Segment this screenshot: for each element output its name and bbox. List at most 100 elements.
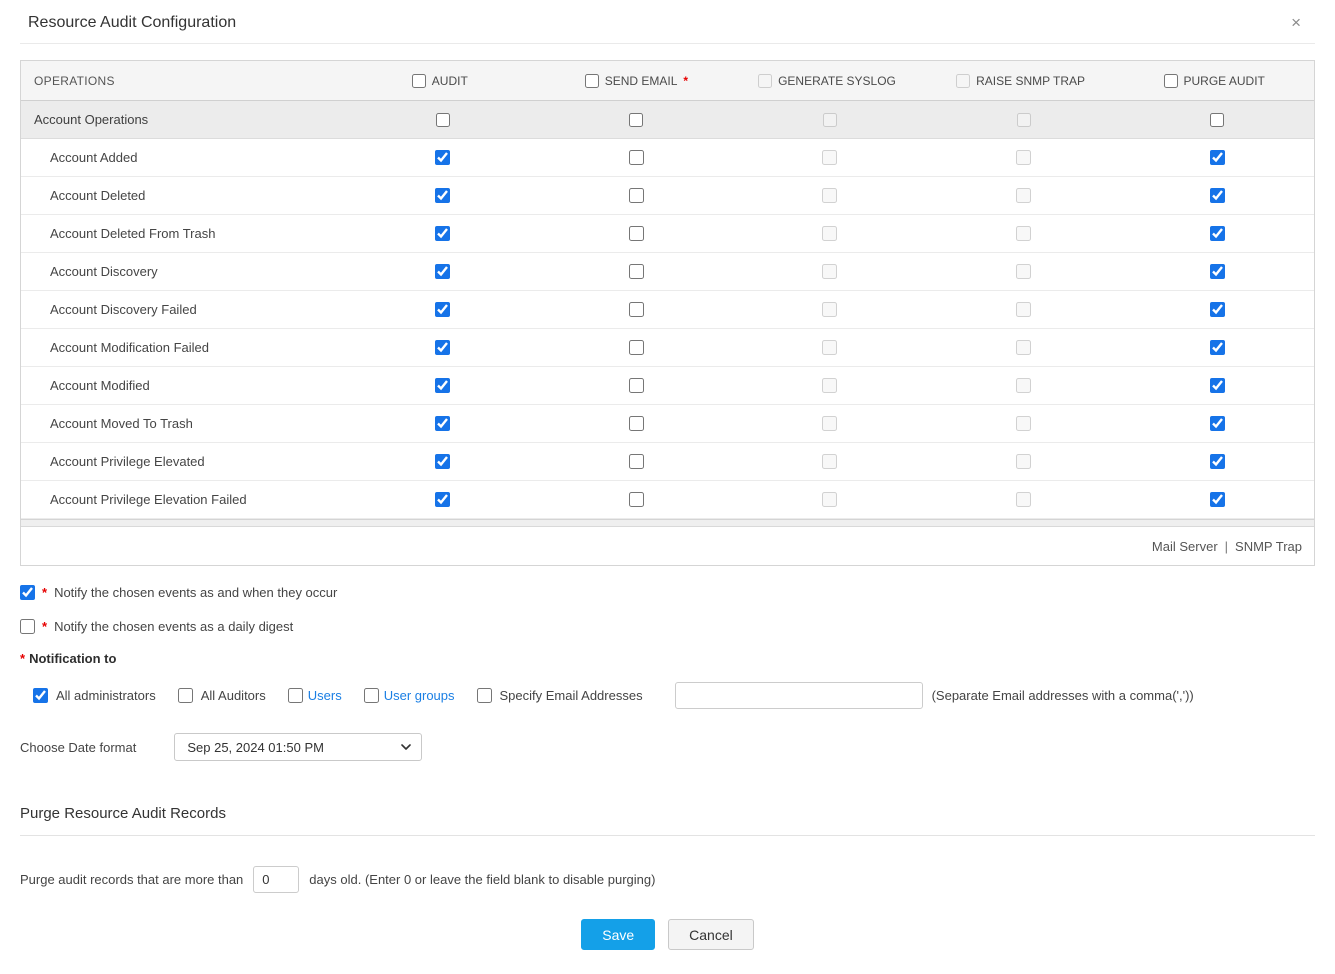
audit-checkbox[interactable] bbox=[435, 302, 450, 317]
all-auditors-option[interactable]: All Auditors bbox=[178, 688, 266, 703]
audit-checkbox[interactable] bbox=[435, 492, 450, 507]
email-addresses-input[interactable] bbox=[675, 682, 923, 709]
notification-to-heading: *Notification to bbox=[20, 651, 1315, 666]
group-label: Account Operations bbox=[21, 112, 346, 127]
specify-email-option[interactable]: Specify Email Addresses bbox=[477, 688, 643, 703]
date-format-row: Choose Date format Sep 25, 2024 01:50 PM bbox=[20, 733, 1315, 761]
audit-checkbox[interactable] bbox=[435, 378, 450, 393]
notify-occur-option[interactable]: * Notify the chosen events as and when t… bbox=[20, 585, 337, 600]
purge-audit-checkbox[interactable] bbox=[1210, 188, 1225, 203]
purge-audit-checkbox[interactable] bbox=[1210, 226, 1225, 241]
purge-audit-checkbox[interactable] bbox=[1210, 378, 1225, 393]
date-format-select[interactable]: Sep 25, 2024 01:50 PM bbox=[174, 733, 422, 761]
raise-snmp-trap-checkbox bbox=[1016, 264, 1031, 279]
purge-audit-checkbox[interactable] bbox=[1210, 150, 1225, 165]
table-footer: Mail Server | SNMP Trap bbox=[21, 527, 1314, 565]
purge-audit-checkbox[interactable] bbox=[1210, 416, 1225, 431]
send-email-select-all-checkbox[interactable] bbox=[585, 74, 599, 88]
cancel-button[interactable]: Cancel bbox=[668, 919, 754, 950]
all-auditors-checkbox[interactable] bbox=[178, 688, 193, 703]
notify-digest-option[interactable]: * Notify the chosen events as a daily di… bbox=[20, 619, 293, 634]
specify-email-label: Specify Email Addresses bbox=[500, 688, 643, 703]
purge-settings-row: Purge audit records that are more than d… bbox=[20, 866, 1315, 893]
save-button[interactable]: Save bbox=[581, 919, 655, 950]
send-email-column-header[interactable]: SEND EMAIL* bbox=[540, 74, 734, 88]
audit-checkbox[interactable] bbox=[435, 188, 450, 203]
purge-text-before: Purge audit records that are more than bbox=[20, 872, 243, 887]
audit-checkbox[interactable] bbox=[435, 150, 450, 165]
table-row: Account Moved To Trash bbox=[21, 405, 1314, 443]
operation-label: Account Deleted bbox=[21, 188, 346, 203]
purge-audit-select-all-checkbox[interactable] bbox=[1164, 74, 1178, 88]
audit-checkbox[interactable] bbox=[435, 454, 450, 469]
send-email-checkbox[interactable] bbox=[629, 302, 644, 317]
audit-select-all-checkbox[interactable] bbox=[412, 74, 426, 88]
send-email-checkbox[interactable] bbox=[629, 378, 644, 393]
raise-snmp-trap-checkbox bbox=[1016, 454, 1031, 469]
purge-text-after: days old. (Enter 0 or leave the field bl… bbox=[309, 872, 655, 887]
all-administrators-option[interactable]: All administrators bbox=[33, 688, 156, 703]
horizontal-scrollbar[interactable] bbox=[21, 519, 1314, 527]
user-groups-checkbox[interactable] bbox=[364, 688, 379, 703]
purge-audit-checkbox[interactable] bbox=[1210, 302, 1225, 317]
generate-syslog-checkbox bbox=[822, 302, 837, 317]
send-email-checkbox[interactable] bbox=[629, 150, 644, 165]
user-groups-link[interactable]: User groups bbox=[384, 688, 455, 703]
specify-email-checkbox[interactable] bbox=[477, 688, 492, 703]
raise-snmp-trap-checkbox bbox=[1016, 378, 1031, 393]
send-email-checkbox[interactable] bbox=[629, 340, 644, 355]
table-row: Account Deleted From Trash bbox=[21, 215, 1314, 253]
audit-checkbox[interactable] bbox=[435, 416, 450, 431]
notify-digest-checkbox[interactable] bbox=[20, 619, 35, 634]
table-row: Account Privilege Elevation Failed bbox=[21, 481, 1314, 519]
dialog-header: Resource Audit Configuration × bbox=[20, 0, 1315, 44]
table-row: Account Privilege Elevated bbox=[21, 443, 1314, 481]
generate-syslog-checkbox bbox=[822, 492, 837, 507]
notify-occur-label: Notify the chosen events as and when the… bbox=[54, 585, 337, 600]
action-buttons: Save Cancel bbox=[20, 919, 1315, 950]
raise-snmp-trap-checkbox bbox=[1016, 302, 1031, 317]
close-icon[interactable]: × bbox=[1285, 12, 1307, 33]
group-send-email-checkbox[interactable] bbox=[629, 113, 643, 127]
purge-audit-checkbox[interactable] bbox=[1210, 264, 1225, 279]
notify-occur-checkbox[interactable] bbox=[20, 585, 35, 600]
mail-server-link[interactable]: Mail Server bbox=[1152, 539, 1218, 554]
audit-column-header[interactable]: AUDIT bbox=[346, 74, 540, 88]
purge-audit-checkbox[interactable] bbox=[1210, 340, 1225, 355]
group-purge-audit-checkbox[interactable] bbox=[1210, 113, 1224, 127]
required-asterisk: * bbox=[20, 651, 25, 666]
purge-audit-checkbox[interactable] bbox=[1210, 492, 1225, 507]
send-email-checkbox[interactable] bbox=[629, 226, 644, 241]
page-title: Resource Audit Configuration bbox=[28, 14, 236, 32]
raise-snmp-trap-checkbox bbox=[1016, 150, 1031, 165]
purge-audit-checkbox[interactable] bbox=[1210, 454, 1225, 469]
audit-checkbox[interactable] bbox=[435, 264, 450, 279]
all-administrators-checkbox[interactable] bbox=[33, 688, 48, 703]
footer-separator: | bbox=[1225, 539, 1228, 554]
send-email-checkbox[interactable] bbox=[629, 264, 644, 279]
send-email-checkbox[interactable] bbox=[629, 416, 644, 431]
send-email-checkbox[interactable] bbox=[629, 492, 644, 507]
table-row: Account Modification Failed bbox=[21, 329, 1314, 367]
send-email-checkbox[interactable] bbox=[629, 188, 644, 203]
group-audit-checkbox[interactable] bbox=[436, 113, 450, 127]
required-asterisk: * bbox=[42, 619, 47, 634]
raise-snmp-trap-select-all-checkbox bbox=[956, 74, 970, 88]
purge-days-input[interactable] bbox=[253, 866, 299, 893]
chevron-down-icon bbox=[401, 742, 411, 752]
users-link[interactable]: Users bbox=[308, 688, 342, 703]
generate-syslog-checkbox bbox=[822, 226, 837, 241]
purge-audit-column-header[interactable]: PURGE AUDIT bbox=[1120, 74, 1314, 88]
operation-label: Account Modification Failed bbox=[21, 340, 346, 355]
snmp-trap-link[interactable]: SNMP Trap bbox=[1235, 539, 1302, 554]
raise-snmp-trap-checkbox bbox=[1016, 340, 1031, 355]
send-email-checkbox[interactable] bbox=[629, 454, 644, 469]
users-checkbox[interactable] bbox=[288, 688, 303, 703]
group-generate-syslog-checkbox bbox=[823, 113, 837, 127]
notify-digest-row: * Notify the chosen events as a daily di… bbox=[20, 619, 1315, 634]
audit-checkbox[interactable] bbox=[435, 340, 450, 355]
users-option[interactable]: Users bbox=[288, 688, 342, 703]
audit-checkbox[interactable] bbox=[435, 226, 450, 241]
table-row: Account Discovery bbox=[21, 253, 1314, 291]
user-groups-option[interactable]: User groups bbox=[364, 688, 455, 703]
